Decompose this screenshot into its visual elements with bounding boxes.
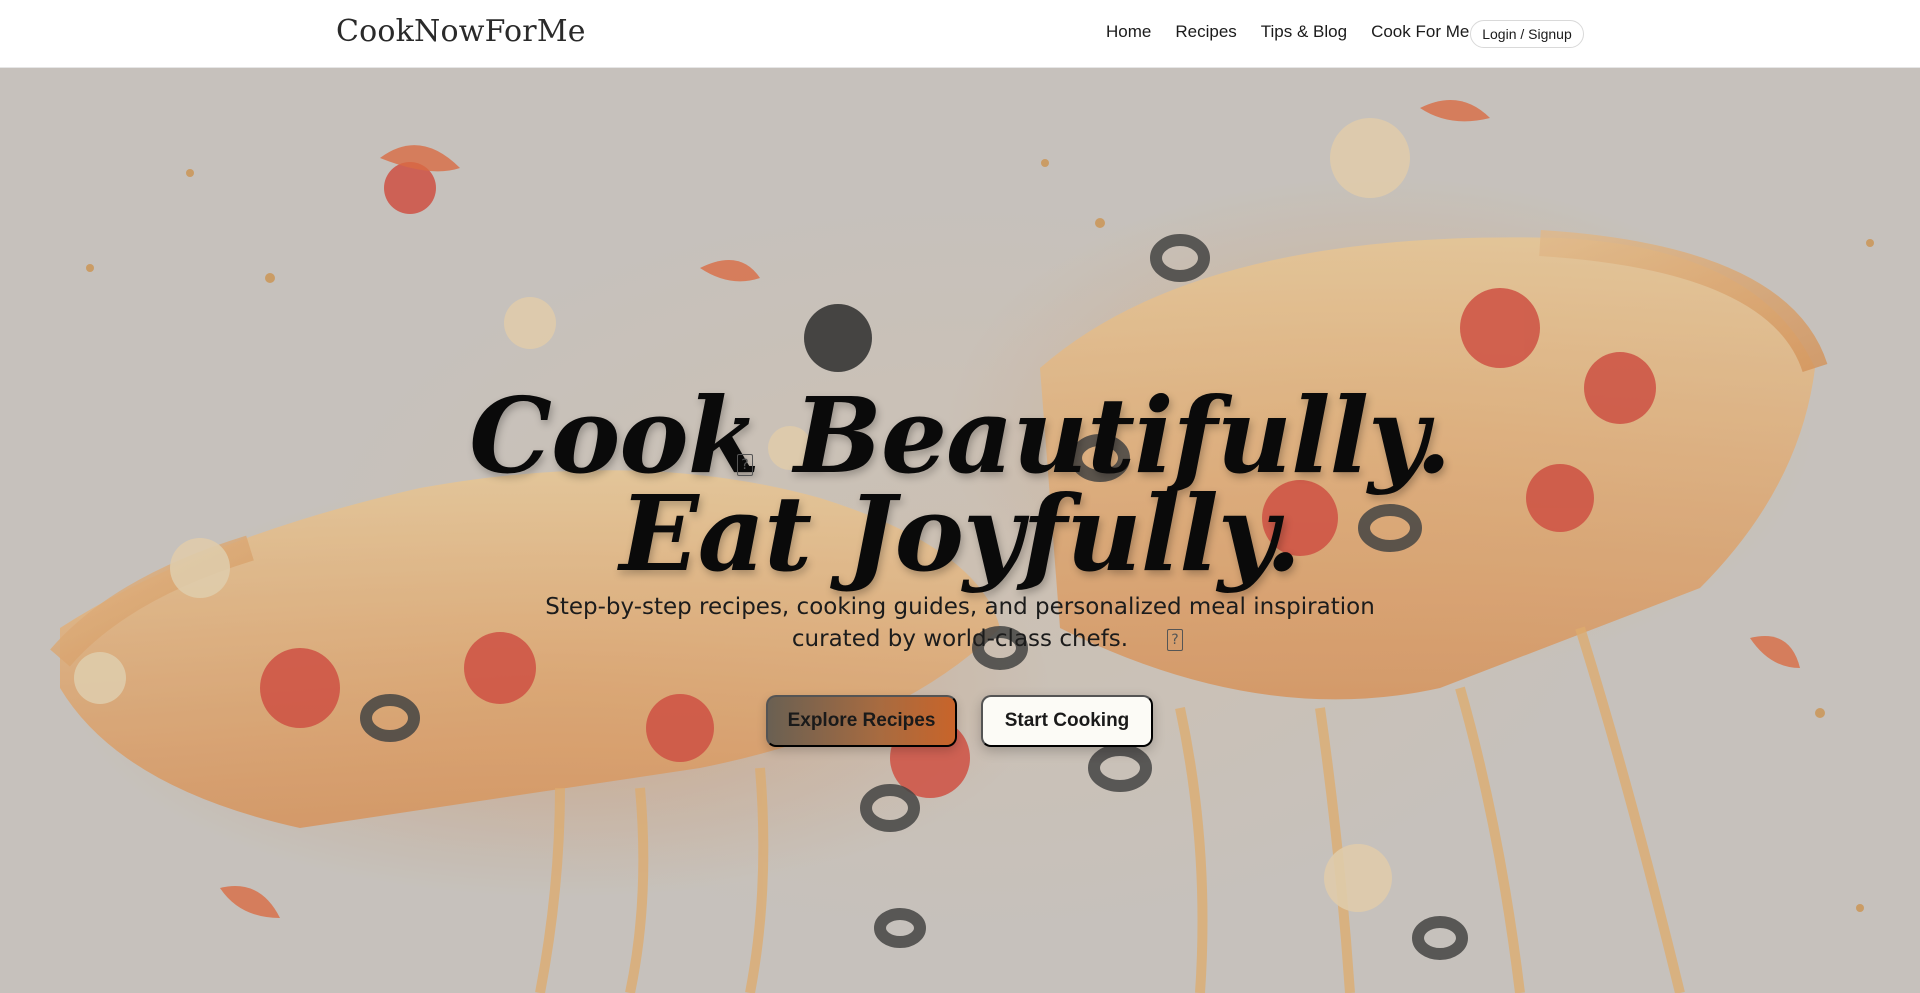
missing-glyph-icon: ? xyxy=(1167,629,1183,651)
nav-home[interactable]: Home xyxy=(1106,22,1151,42)
hero-subtitle-line2: curated by world-class chefs. xyxy=(791,626,1129,652)
explore-recipes-button[interactable]: Explore Recipes xyxy=(766,695,957,747)
hero-content: Cook Beautifully. Eat Joyfully. ? Step-b… xyxy=(0,68,1920,993)
hero-headline-line1: Cook Beautifully. xyxy=(469,374,1451,497)
hero-section: Cook Beautifully. Eat Joyfully. ? Step-b… xyxy=(0,68,1920,993)
nav-cook-for-me[interactable]: Cook For Me xyxy=(1371,22,1469,42)
start-cooking-button[interactable]: Start Cooking xyxy=(981,695,1153,747)
nav-tips-blog[interactable]: Tips & Blog xyxy=(1261,22,1347,42)
nav-recipes[interactable]: Recipes xyxy=(1175,22,1236,42)
hero-subtitle-line1: Step-by-step recipes, cooking guides, an… xyxy=(545,594,1375,620)
login-signup-button[interactable]: Login / Signup xyxy=(1470,20,1584,48)
hero-headline-line2: Eat Joyfully. xyxy=(619,472,1302,595)
missing-glyph-icon: ? xyxy=(737,454,753,476)
main-nav: Home Recipes Tips & Blog Cook For Me xyxy=(1106,22,1493,42)
top-navbar: CookNowForMe Home Recipes Tips & Blog Co… xyxy=(0,0,1920,68)
site-logo[interactable]: CookNowForMe xyxy=(336,14,586,49)
